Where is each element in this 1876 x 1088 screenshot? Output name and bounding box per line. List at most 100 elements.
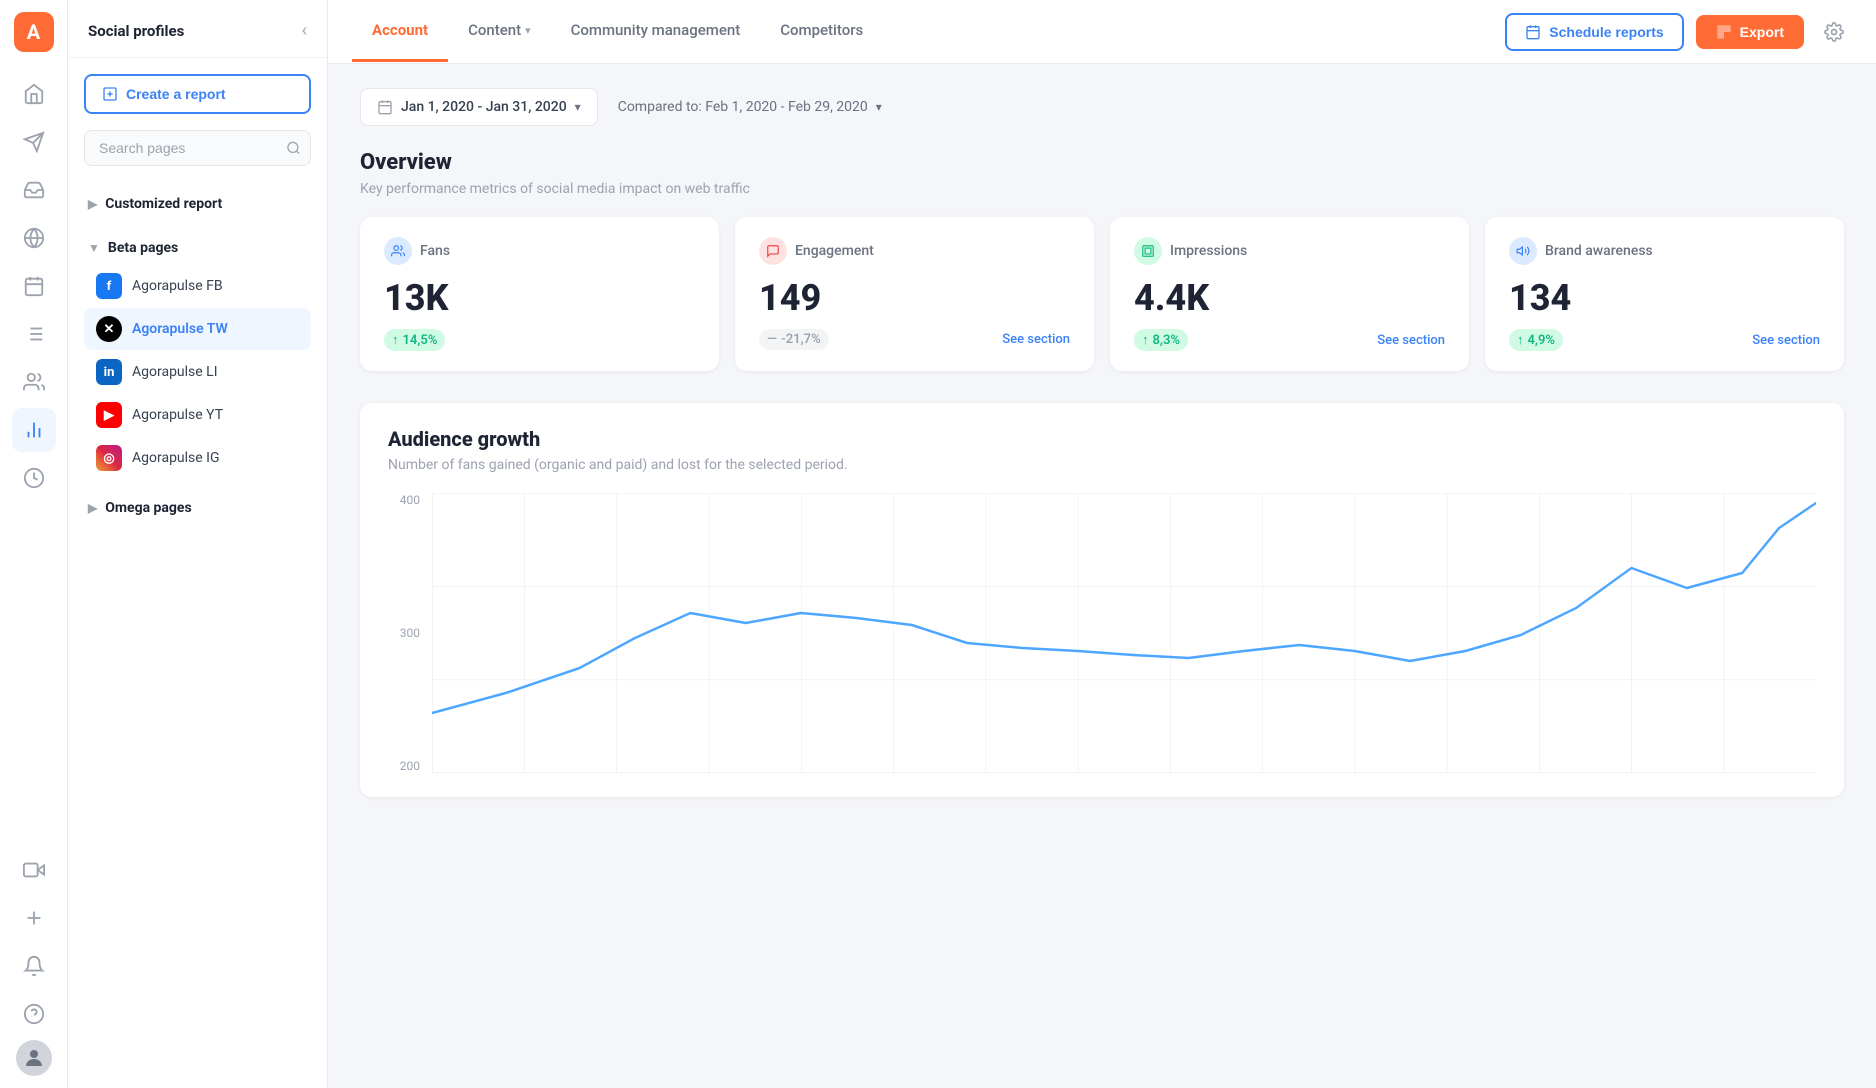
sidebar-section-customized: ▶ Customized report [68,182,327,226]
inbox-nav-icon[interactable] [12,168,56,212]
sidebar-item-ig[interactable]: ◎ Agorapulse IG [84,437,311,479]
sidebar: Social profiles ‹ Create a report ▶ Cust… [68,0,328,1088]
settings-button[interactable] [1816,14,1852,50]
sidebar-item-tw[interactable]: ✕ Agorapulse TW [84,308,311,350]
app-logo[interactable]: A [14,12,54,52]
create-report-button[interactable]: Create a report [84,74,311,114]
chart-y-labels: 400 300 200 [388,493,428,773]
nav-tabs: Account Content ▾ Community management C… [352,1,1505,62]
date-picker-arrow: ▾ [575,100,581,114]
tab-competitors[interactable]: Competitors [760,1,883,62]
chart-plot [432,493,1816,773]
engagement-footer: — -21,7% See section [759,329,1070,350]
facebook-icon: f [96,273,122,299]
content-area: Jan 1, 2020 - Jan 31, 2020 ▾ Compared to… [328,64,1876,1088]
impressions-icon [1134,237,1162,265]
tab-content[interactable]: Content ▾ [448,1,551,62]
customized-report-header[interactable]: ▶ Customized report [84,188,311,220]
fans-footer: ↑ 14,5% [384,329,695,351]
sidebar-collapse-button[interactable]: ‹ [302,20,307,41]
metric-card-impressions: Impressions 4.4K ↑ 8,3% See section [1110,217,1469,371]
tab-account[interactable]: Account [352,1,448,62]
schedule-reports-button[interactable]: Schedule reports [1505,13,1683,51]
metric-header-brand: Brand awareness [1509,237,1820,265]
engagement-icon [759,237,787,265]
brand-change: ↑ 4,9% [1509,329,1563,351]
brand-footer: ↑ 4,9% See section [1509,329,1820,351]
export-button[interactable]: Export [1696,15,1804,49]
chevron-right-icon-2: ▶ [88,501,97,515]
sidebar-section-beta: ▼ Beta pages f Agorapulse FB ✕ Agorapuls… [68,226,327,486]
analytics-nav-icon[interactable] [12,408,56,452]
speed-nav-icon[interactable] [12,456,56,500]
beta-pages-header[interactable]: ▼ Beta pages [84,232,311,264]
impressions-value: 4.4K [1134,277,1445,319]
fans-value: 13K [384,277,695,319]
chart-svg [432,493,1816,773]
tasks-nav-icon[interactable] [12,312,56,356]
content-dropdown-arrow: ▾ [525,24,531,37]
brand-value: 134 [1509,277,1820,319]
chart-area: 400 300 200 [388,493,1816,773]
fans-icon [384,237,412,265]
user-avatar[interactable] [16,1040,52,1076]
audience-nav-icon[interactable] [12,360,56,404]
overview-subtitle: Key performance metrics of social media … [360,181,1844,197]
y-label-200: 200 [388,759,428,773]
impressions-footer: ↑ 8,3% See section [1134,329,1445,351]
youtube-icon: ▶ [96,402,122,428]
sidebar-item-li[interactable]: in Agorapulse LI [84,351,311,393]
impressions-change: ↑ 8,3% [1134,329,1188,351]
help-nav-icon[interactable] [12,992,56,1036]
metric-card-fans: Fans 13K ↑ 14,5% [360,217,719,371]
y-label-300: 300 [388,626,428,640]
sidebar-header: Social profiles ‹ [68,0,327,58]
impressions-see-section[interactable]: See section [1377,333,1445,348]
date-range-picker[interactable]: Jan 1, 2020 - Jan 31, 2020 ▾ [360,88,598,126]
metric-card-brand: Brand awareness 134 ↑ 4,9% See section [1485,217,1844,371]
top-navigation: Account Content ▾ Community management C… [328,0,1876,64]
omega-pages-header[interactable]: ▶ Omega pages [84,492,311,524]
fans-change: ↑ 14,5% [384,329,445,351]
sidebar-item-yt[interactable]: ▶ Agorapulse YT [84,394,311,436]
topnav-actions: Schedule reports Export [1505,13,1852,51]
search-icon [286,141,301,156]
metric-header-fans: Fans [384,237,695,265]
plus-nav-icon[interactable] [12,896,56,940]
chevron-down-icon: ▼ [88,241,100,255]
chart-subtitle: Number of fans gained (organic and paid)… [388,457,1816,473]
engagement-change: — -21,7% [759,329,829,350]
twitter-icon: ✕ [96,316,122,342]
bell-nav-icon[interactable] [12,944,56,988]
icon-nav: A [0,0,68,1088]
calendar-nav-icon[interactable] [12,264,56,308]
globe-nav-icon[interactable] [12,216,56,260]
brand-icon [1509,237,1537,265]
instagram-icon: ◎ [96,445,122,471]
chart-title: Audience growth [388,427,1816,451]
metric-card-engagement: Engagement 149 — -21,7% See section [735,217,1094,371]
date-bar: Jan 1, 2020 - Jan 31, 2020 ▾ Compared to… [360,88,1844,126]
calendar-icon [377,99,393,115]
metric-header-impressions: Impressions [1134,237,1445,265]
search-input[interactable] [84,130,311,166]
tab-community[interactable]: Community management [551,1,761,62]
sidebar-title: Social profiles [88,22,184,40]
sidebar-item-fb[interactable]: f Agorapulse FB [84,265,311,307]
sidebar-section-omega: ▶ Omega pages [68,486,327,530]
engagement-value: 149 [759,277,1070,319]
media-nav-icon[interactable] [12,848,56,892]
metric-header-engagement: Engagement [759,237,1070,265]
send-nav-icon[interactable] [12,120,56,164]
linkedin-icon: in [96,359,122,385]
engagement-see-section[interactable]: See section [1002,332,1070,347]
y-label-400: 400 [388,493,428,507]
metrics-grid: Fans 13K ↑ 14,5% [360,217,1844,371]
home-nav-icon[interactable] [12,72,56,116]
overview-section: Overview Key performance metrics of soci… [360,150,1844,371]
overview-title: Overview [360,150,1844,175]
compare-arrow: ▾ [876,100,882,114]
brand-see-section[interactable]: See section [1752,333,1820,348]
search-box [84,130,311,166]
compare-date-picker[interactable]: Compared to: Feb 1, 2020 - Feb 29, 2020 … [618,99,882,115]
